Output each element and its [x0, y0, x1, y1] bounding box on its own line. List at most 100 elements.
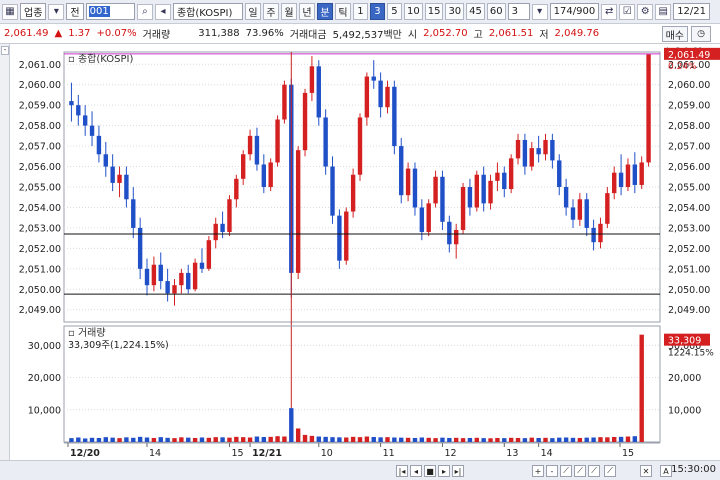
zoom-out-icon[interactable]: - — [546, 465, 558, 477]
tool-icon[interactable]: ⟋ — [560, 465, 572, 477]
volume-bar — [350, 436, 356, 442]
next-icon[interactable]: ▸ — [438, 465, 450, 477]
refresh-icon[interactable]: ⇄ — [601, 3, 618, 20]
volume-bar — [179, 437, 184, 442]
candle-body — [275, 119, 280, 163]
price-tick-right: 2,054.00 — [668, 203, 710, 214]
tool-icon[interactable]: ⟋ — [604, 465, 616, 477]
volume-bar — [605, 437, 610, 442]
speaker-icon[interactable]: ◂ — [154, 3, 171, 20]
volume-bar — [117, 438, 122, 442]
x-tick-label: 15 — [622, 448, 634, 459]
interval-30[interactable]: 30 — [445, 3, 465, 20]
volume-bar — [357, 437, 363, 442]
period-month[interactable]: 월 — [280, 3, 297, 20]
bottom-bar: |◂ ◂ ■ ▸ ▸| + - ⟋ ⟋ ⟋ ⟋ ✕ A 15:30:00 — [0, 460, 720, 480]
price-tick-right: 2,050.00 — [668, 285, 710, 296]
volume-bar — [302, 434, 308, 442]
tool-icon[interactable]: ⟋ — [574, 465, 586, 477]
tool-icon[interactable]: ✕ — [640, 465, 652, 477]
candle-body — [419, 207, 425, 232]
period-minute[interactable]: 분 — [316, 3, 333, 20]
price-tick-left: 2,059.00 — [19, 101, 61, 112]
candle-body — [543, 139, 548, 155]
volume-bar — [241, 437, 246, 442]
mode-select[interactable]: 전 — [66, 3, 84, 20]
dropdown-icon[interactable]: ▾ — [48, 3, 65, 20]
volume-bar — [460, 438, 466, 442]
interval-select[interactable]: 3 — [507, 3, 530, 20]
candle-body — [474, 174, 479, 208]
volume-bar — [323, 436, 328, 442]
prev-icon[interactable]: ◂ — [410, 465, 422, 477]
volume-bar — [69, 438, 74, 442]
volume-bar — [440, 437, 445, 442]
candle-body — [460, 187, 466, 230]
checkbox-icon[interactable]: ☑ — [619, 3, 636, 20]
volume-bar — [447, 437, 452, 442]
search-icon[interactable]: ⌕ — [136, 3, 153, 20]
volume-bar — [584, 437, 589, 442]
code-input[interactable]: 001 — [85, 3, 135, 20]
left-rail: - — [0, 44, 10, 460]
volume-bar — [481, 438, 486, 442]
market-select[interactable]: 업종 — [20, 3, 47, 20]
volume-bar — [76, 437, 81, 442]
amount-value: 5,492,537백만 — [332, 30, 402, 41]
volume-panel-title: ▫ 거래량 — [68, 327, 106, 339]
volume-bar — [151, 437, 157, 442]
interval-10[interactable]: 10 — [403, 3, 423, 20]
grid-icon[interactable]: ▦ — [2, 3, 18, 20]
volume-tick-left: 10,000 — [28, 405, 61, 416]
candle-body — [117, 174, 122, 183]
candle-body — [350, 174, 356, 212]
candle-body — [488, 180, 493, 204]
interval-45[interactable]: 45 — [466, 3, 485, 20]
buy-button[interactable]: 매수 — [661, 26, 688, 42]
period-tick[interactable]: 틱 — [334, 3, 351, 20]
date-input[interactable]: 12/21 — [673, 3, 711, 20]
stop-icon[interactable]: ■ — [424, 465, 436, 477]
volume-bar — [364, 436, 370, 442]
interval-3[interactable]: 3 — [369, 3, 385, 20]
price-tick-right: 2,060.00 — [668, 80, 710, 91]
candle-body — [412, 168, 418, 208]
candle-body — [591, 227, 596, 243]
price-tick-left: 2,055.00 — [19, 183, 61, 194]
dropdown-icon[interactable]: ▾ — [531, 3, 548, 20]
candle-body — [261, 164, 267, 187]
interval-60[interactable]: 60 — [486, 3, 506, 20]
interval-5[interactable]: 5 — [386, 3, 402, 20]
period-week[interactable]: 주 — [262, 3, 279, 20]
volume-bar — [426, 437, 431, 442]
candle-body — [632, 164, 638, 185]
index-name: 종합(KOSPI) — [172, 3, 243, 20]
price-tick-left: 2,049.00 — [19, 305, 61, 316]
interval-15[interactable]: 15 — [424, 3, 444, 20]
candle-body — [213, 223, 218, 241]
period-year[interactable]: 년 — [298, 3, 315, 20]
candle-body — [206, 240, 212, 269]
settings-icon[interactable]: ⚙ — [637, 3, 654, 20]
volume-bar — [625, 436, 631, 442]
candle-body — [89, 125, 95, 136]
volume-bar — [192, 437, 198, 442]
candle-body — [453, 229, 459, 245]
clock-icon[interactable]: ◷ — [691, 26, 711, 42]
zoom-in-icon[interactable]: + — [532, 465, 544, 477]
candle-body — [337, 215, 342, 261]
collapse-icon[interactable]: - — [1, 46, 9, 55]
calendar-icon[interactable]: ▤ — [655, 3, 672, 20]
period-day[interactable]: 일 — [244, 3, 261, 20]
tool-icon[interactable]: ⟋ — [588, 465, 600, 477]
price-change: 1.37 — [68, 28, 91, 39]
first-icon[interactable]: |◂ — [396, 465, 408, 477]
last-icon[interactable]: ▸| — [452, 465, 464, 477]
candle-body — [529, 148, 534, 167]
chart-area: 2,049.00 2,049.00 2,050.00 2,050.00 2,051.00… — [10, 44, 720, 460]
interval-1[interactable]: 1 — [352, 3, 368, 20]
x-tick-label: 12/21 — [252, 448, 282, 459]
x-tick-label: 11 — [383, 448, 395, 459]
candle-body — [447, 221, 452, 245]
current-price: 2,061.49 — [4, 28, 49, 39]
